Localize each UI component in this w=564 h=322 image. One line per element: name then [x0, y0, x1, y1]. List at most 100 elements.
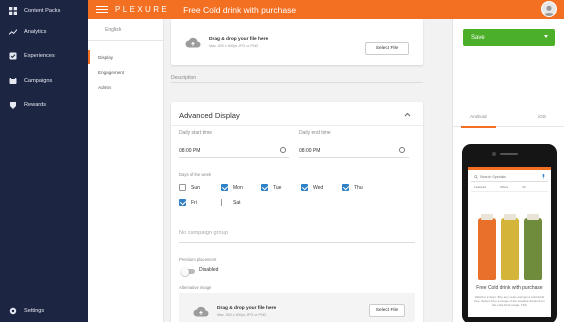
phone-chip-row: Featured Offers All — [471, 185, 548, 192]
campaign-group-field[interactable] — [179, 242, 415, 243]
save-button[interactable]: Save — [463, 29, 555, 46]
premium-placement-label: Premium placement — [179, 257, 217, 262]
main-content: Drag & drop your file here Max. 500 x 50… — [164, 19, 446, 322]
tab-ios[interactable]: iOS — [538, 115, 546, 120]
brand-logo: PLEXURE — [115, 5, 170, 14]
end-time-label: Daily end time — [299, 130, 331, 136]
nav-rewards[interactable]: Rewards — [0, 95, 88, 115]
user-icon — [544, 5, 554, 16]
day-checkbox-mon[interactable]: Mon — [221, 184, 243, 191]
alternative-image-upload[interactable]: Drag & drop your file here Max. 500 x 50… — [179, 293, 415, 322]
select-file-button[interactable]: Select File — [369, 304, 405, 317]
top-bar: PLEXURE Free Cold drink with purchase — [88, 0, 564, 19]
toggle-knob — [181, 267, 189, 276]
day-checkbox-fri[interactable]: Fri — [179, 199, 197, 206]
main-sidebar: Content Packs Analytics Experiences Camp… — [0, 0, 88, 322]
description-field[interactable] — [171, 82, 423, 83]
save-label: Save — [471, 34, 485, 41]
phone-chip: Offers — [500, 185, 509, 189]
start-time-field[interactable] — [179, 157, 289, 158]
nav-experiences[interactable]: Experiences — [0, 46, 88, 66]
description-label: Description — [171, 75, 197, 81]
nav-campaigns[interactable]: Campaigns — [0, 71, 88, 91]
gear-icon — [8, 306, 18, 316]
image-upload-card[interactable]: Drag & drop your file here Max. 500 x 50… — [171, 19, 423, 65]
nav-label: Experiences — [24, 53, 55, 59]
mic-icon — [542, 174, 545, 179]
day-label: Sat — [233, 199, 241, 206]
phone-screen: Search Specials Featured Offers All Free — [468, 167, 551, 317]
phone-offer-title: Free Cold drink with purchase — [476, 285, 543, 291]
divider — [171, 125, 423, 126]
day-label: Fri — [191, 199, 197, 206]
camera-icon — [492, 152, 496, 156]
bottle-yellow — [501, 218, 519, 280]
day-checkbox-tue[interactable]: Tue — [261, 184, 281, 191]
campaign-group-select[interactable]: No campaign group — [179, 230, 228, 236]
day-label: Mon — [233, 184, 243, 191]
nav-label: Analytics — [24, 29, 47, 35]
search-icon — [474, 175, 478, 179]
tab-android[interactable]: Android — [470, 115, 487, 120]
advanced-display-card: Advanced Display Daily start time 08:00 … — [171, 102, 423, 322]
end-time-value[interactable]: 08:00 PM — [299, 148, 320, 154]
gift-icon — [8, 100, 18, 110]
nav-content-packs[interactable]: Content Packs — [0, 1, 88, 21]
grid-icon — [8, 6, 18, 16]
day-checkbox-thu[interactable]: Thu — [342, 184, 363, 191]
checkbox[interactable] — [342, 184, 349, 191]
bottle-cap — [527, 214, 539, 220]
checkbox[interactable] — [301, 184, 308, 191]
premium-placement-toggle[interactable] — [181, 267, 195, 276]
day-label: Sun — [191, 184, 200, 191]
phone-search-placeholder: Search Specials — [480, 174, 506, 179]
checkbox[interactable] — [179, 199, 186, 206]
start-time-value[interactable]: 08:00 PM — [179, 148, 200, 154]
day-checkbox-sat[interactable]: Sat — [221, 199, 241, 206]
cloud-upload-icon — [185, 37, 201, 47]
upload-hint: Max. 500 x 500px JPG or PNG — [217, 312, 267, 317]
bottle-cap — [481, 214, 493, 220]
bottle-orange — [478, 218, 496, 280]
clock-icon[interactable] — [280, 147, 286, 153]
speaker-icon — [500, 153, 518, 155]
check-doc-icon — [8, 51, 18, 61]
checkbox[interactable] — [261, 184, 268, 191]
avatar[interactable] — [541, 1, 557, 17]
checkbox[interactable] — [179, 184, 186, 191]
tab-active-indicator — [461, 126, 496, 128]
phone-chip: Featured — [474, 185, 487, 189]
menu-icon[interactable] — [96, 6, 108, 13]
select-file-button[interactable]: Select File — [365, 42, 409, 55]
day-label: Thu — [354, 184, 363, 191]
nav-label: Content Packs — [24, 8, 61, 14]
phone-chip: All — [522, 185, 526, 189]
nav-settings[interactable]: Settings — [0, 301, 88, 321]
chevron-up-icon[interactable] — [404, 112, 411, 117]
offer-image — [474, 200, 545, 280]
nav-analytics[interactable]: Analytics — [0, 22, 88, 42]
end-time-field[interactable] — [299, 157, 409, 158]
nav-label: Rewards — [24, 102, 47, 108]
clock-icon[interactable] — [399, 147, 405, 153]
upload-instruction: Drag & drop your file here — [209, 36, 269, 42]
section-display[interactable]: Display — [88, 50, 164, 64]
cloud-upload-icon — [193, 306, 209, 316]
phone-search-bar: Search Specials — [471, 172, 548, 182]
day-label: Tue — [273, 184, 282, 191]
section-admin[interactable]: Admin — [88, 80, 164, 94]
section-engagement[interactable]: Engagement — [88, 65, 164, 79]
page-title: Free Cold drink with purchase — [183, 4, 297, 15]
start-time-label: Daily start time — [179, 130, 213, 136]
premium-placement-value: Disabled — [199, 267, 219, 273]
days-label: Days of the week — [179, 172, 212, 177]
chevron-down-icon[interactable] — [544, 35, 548, 38]
day-checkbox-sun[interactable]: Sun — [179, 184, 200, 191]
section-nav: English Display Engagement Admin — [88, 19, 164, 322]
checkbox[interactable] — [221, 199, 228, 206]
tab-english[interactable]: English — [88, 19, 164, 41]
phone-preview: Search Specials Featured Offers All Free — [462, 144, 557, 322]
trend-icon — [8, 27, 18, 37]
day-checkbox-wed[interactable]: Wed — [301, 184, 323, 191]
checkbox[interactable] — [221, 184, 228, 191]
